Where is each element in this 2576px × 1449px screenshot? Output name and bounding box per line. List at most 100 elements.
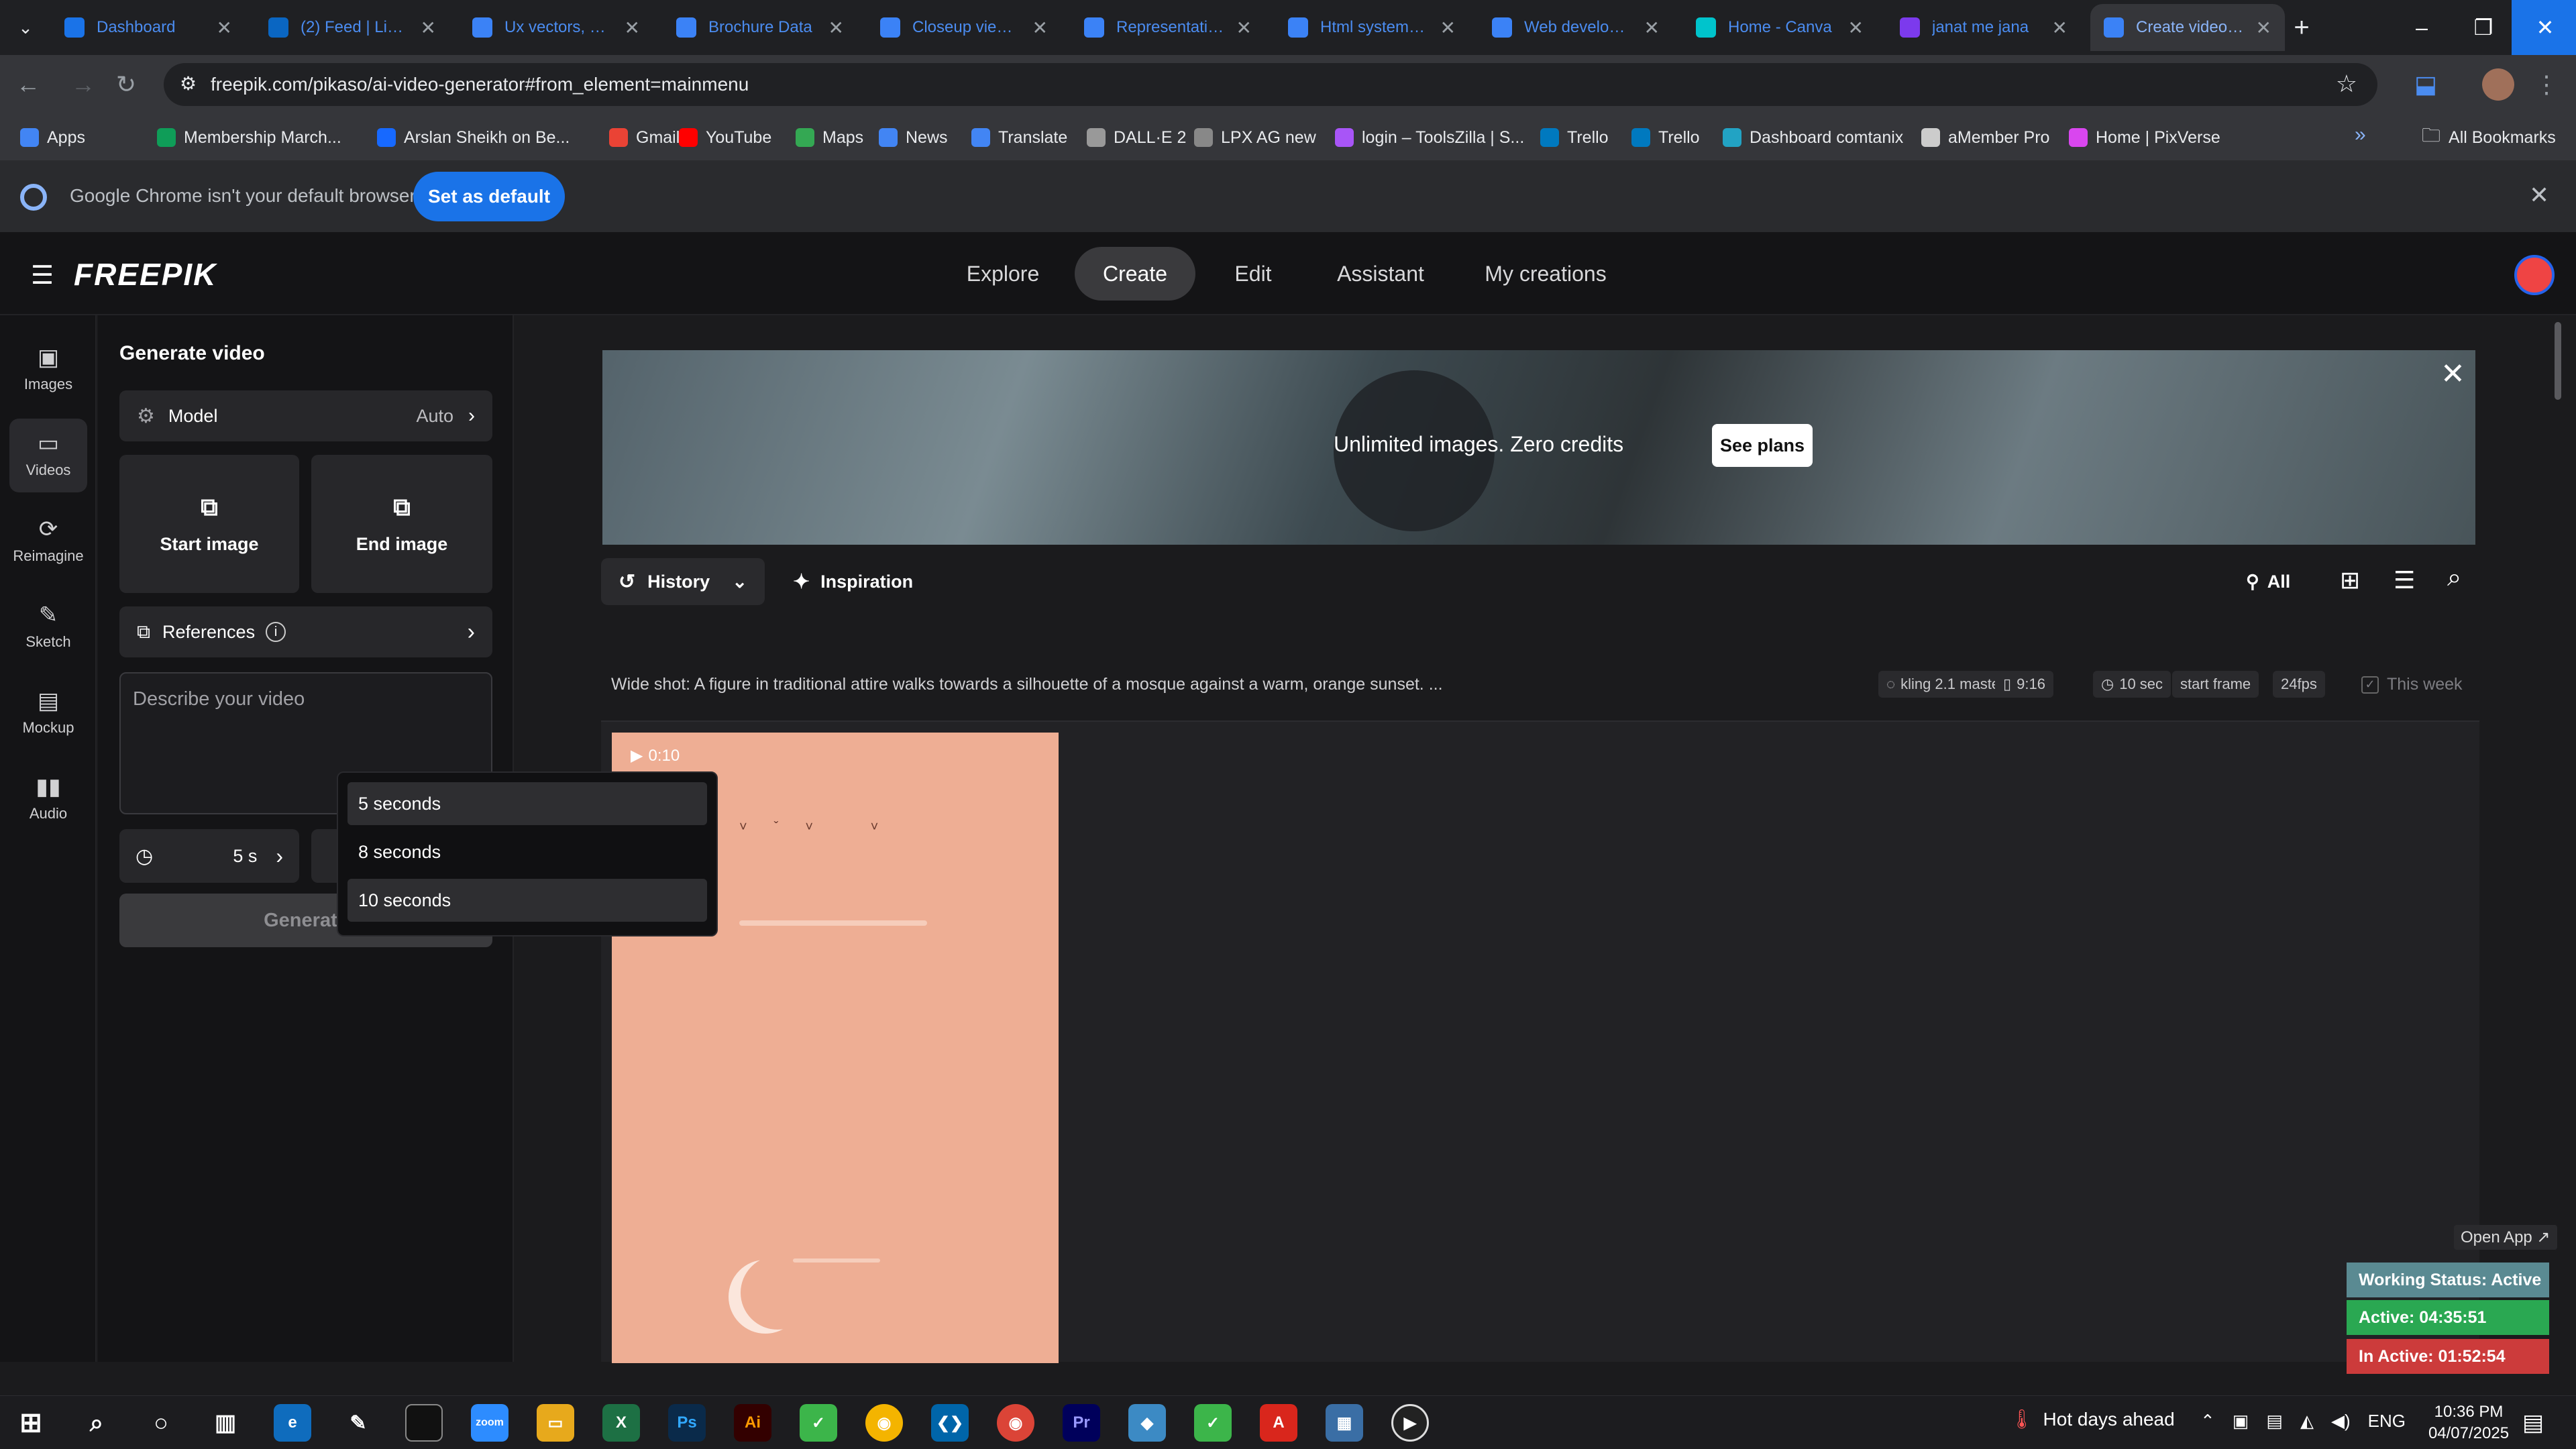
browser-tab[interactable]: janat me jana ✕ <box>1886 4 2081 51</box>
scrollbar-thumb[interactable] <box>2555 322 2561 400</box>
browser-tab[interactable]: Representation ✕ <box>1071 4 1265 51</box>
forward-icon[interactable]: → <box>66 67 101 102</box>
volume-icon[interactable]: ◀) <box>2331 1411 2351 1432</box>
restore-button[interactable]: ❐ <box>2450 0 2517 55</box>
see-plans-button[interactable]: See plans <box>1712 424 1813 467</box>
url-input[interactable]: ⚙ freepik.com/pikaso/ai-video-generator#… <box>164 63 2377 106</box>
minimize-button[interactable]: – <box>2388 0 2455 55</box>
close-window-button[interactable]: ✕ <box>2512 0 2576 55</box>
browser-tab[interactable]: Brochure Data ✕ <box>663 4 857 51</box>
calculator-icon[interactable]: ▦ <box>1326 1404 1363 1442</box>
rail-sketch[interactable]: ✎ Sketch <box>9 590 87 664</box>
checkbox-icon[interactable]: ✓ <box>2361 676 2379 694</box>
bookmark-item[interactable]: LPX AG new <box>1194 123 1316 152</box>
nav-explore[interactable]: Explore <box>953 247 1053 301</box>
bookmark-item[interactable]: Home | PixVerse <box>2069 123 2220 152</box>
rail-videos[interactable]: ▭ Videos <box>9 419 87 492</box>
browser-tab[interactable]: Dashboard ✕ <box>51 4 246 51</box>
wifi-icon[interactable]: ◭ <box>2300 1411 2314 1432</box>
browser-tab[interactable]: Closeup view of ✕ <box>867 4 1061 51</box>
history-dropdown[interactable]: ↺ History ⌄ <box>601 558 765 605</box>
close-infobar-icon[interactable]: ✕ <box>2529 181 2549 209</box>
filter-all-button[interactable]: ⚲ All <box>2246 558 2290 605</box>
rail-reimagine[interactable]: ⟳ Reimagine <box>9 504 87 578</box>
site-info-icon[interactable]: ⚙ <box>180 72 197 95</box>
acrobat-icon[interactable]: A <box>1260 1404 1297 1442</box>
media-player-icon[interactable]: ▶ <box>1391 1404 1429 1442</box>
bookmark-item[interactable]: Membership March... <box>157 123 341 152</box>
bookmark-item[interactable]: login – ToolsZilla | S... <box>1335 123 1524 152</box>
browser-tab[interactable]: Home - Canva ✕ <box>1682 4 1877 51</box>
bookmark-star-icon[interactable]: ☆ <box>2336 70 2357 98</box>
pen-tool-icon[interactable]: ✎ <box>339 1404 377 1442</box>
app-icon[interactable]: ◆ <box>1128 1404 1166 1442</box>
excel-icon[interactable]: X <box>602 1404 640 1442</box>
bookmark-item[interactable]: Trello <box>1540 123 1609 152</box>
bookmark-item[interactable]: Maps <box>796 123 863 152</box>
close-tab-icon[interactable]: ✕ <box>2052 17 2068 39</box>
close-tab-icon[interactable]: ✕ <box>1440 17 1456 39</box>
close-tab-icon[interactable]: ✕ <box>1644 17 1660 39</box>
nav-my-creations[interactable]: My creations <box>1460 247 1631 301</box>
generation-prompt[interactable]: Wide shot: A figure in traditional attir… <box>611 675 1443 694</box>
zoom-icon[interactable]: zoom <box>471 1404 508 1442</box>
end-image-button[interactable]: ⧉ End image <box>311 455 492 593</box>
close-tab-icon[interactable]: ✕ <box>421 17 436 39</box>
premiere-icon[interactable]: Pr <box>1063 1404 1100 1442</box>
settings-sliders-icon[interactable]: ☰ <box>2394 566 2415 594</box>
browser-tab[interactable]: Web development ✕ <box>1479 4 1673 51</box>
task-view-icon[interactable]: ▥ <box>207 1404 244 1442</box>
new-tab-button[interactable]: + <box>2284 9 2320 46</box>
freepik-logo[interactable]: FREEPIK <box>74 256 217 292</box>
browser-tab[interactable]: Html system for ✕ <box>1275 4 1469 51</box>
cortana-icon[interactable]: ○ <box>142 1404 180 1442</box>
green-app-icon[interactable]: ✓ <box>1194 1404 1232 1442</box>
clock[interactable]: 10:36 PM 04/07/2025 <box>2422 1401 2516 1444</box>
language-indicator[interactable]: ENG <box>2368 1411 2406 1432</box>
rail-images[interactable]: ▣ Images <box>9 333 87 407</box>
more-bookmarks-icon[interactable]: » <box>2355 123 2366 146</box>
nav-edit[interactable]: Edit <box>1213 247 1293 301</box>
duration-option-5[interactable]: 5 seconds <box>347 782 707 825</box>
close-tab-icon[interactable]: ✕ <box>625 17 640 39</box>
close-banner-icon[interactable]: ✕ <box>2440 357 2465 391</box>
close-tab-icon[interactable]: ✕ <box>1848 17 1864 39</box>
references-row[interactable]: ⧉ References i › <box>119 606 492 657</box>
network-icon[interactable]: ▤ <box>2266 1411 2283 1432</box>
browser-tab[interactable]: (2) Feed | LinkedIn ✕ <box>255 4 449 51</box>
close-tab-icon[interactable]: ✕ <box>1032 17 1048 39</box>
model-selector[interactable]: ⚙ Model Auto › <box>119 390 492 441</box>
start-image-button[interactable]: ⧉ Start image <box>119 455 299 593</box>
search-icon[interactable]: ⌕ <box>78 1404 115 1442</box>
bookmark-item[interactable]: aMember Pro <box>1921 123 2049 152</box>
bookmark-item[interactable]: Arslan Sheikh on Be... <box>377 123 570 152</box>
tray-chevron-icon[interactable]: ⌃ <box>2200 1411 2215 1432</box>
notifications-icon[interactable]: ▤ <box>2522 1409 2544 1436</box>
bookmark-item[interactable]: Translate <box>971 123 1067 152</box>
bookmark-item[interactable]: News <box>879 123 948 152</box>
bookmark-item[interactable]: DALL·E 2 <box>1087 123 1186 152</box>
browser-tab[interactable]: Create videos | ✕ <box>2090 4 2285 51</box>
profile-avatar[interactable] <box>2482 68 2514 101</box>
hamburger-menu-icon[interactable]: ☰ <box>31 260 54 290</box>
bookmark-item[interactable]: Dashboard comtanix <box>1723 123 1903 152</box>
bookmark-item[interactable]: Gmail <box>609 123 680 152</box>
meet-icon[interactable]: ▣ <box>2233 1411 2249 1432</box>
extensions-icon[interactable]: ⬓ <box>2408 67 2443 102</box>
weather-widget[interactable]: 🌡 Hot days ahead <box>2010 1408 2175 1430</box>
vscode-icon[interactable]: ❮❯ <box>931 1404 969 1442</box>
tab-search-icon[interactable]: ⌄ <box>9 13 42 42</box>
grid-view-icon[interactable]: ⊞ <box>2340 566 2360 594</box>
illustrator-icon[interactable]: Ai <box>734 1404 771 1442</box>
info-icon[interactable]: i <box>266 622 286 642</box>
edge-icon[interactable]: e <box>274 1404 311 1442</box>
all-bookmarks[interactable]: 🗀 All Bookmarks <box>2422 123 2556 152</box>
inspiration-button[interactable]: ✦ Inspiration <box>793 558 913 605</box>
browser-tab[interactable]: Ux vectors, photos ✕ <box>459 4 653 51</box>
bookmark-item[interactable]: Apps <box>20 123 85 152</box>
duration-option-8[interactable]: 8 seconds <box>347 830 707 873</box>
green-app-icon[interactable]: ✓ <box>800 1404 837 1442</box>
file-explorer-icon[interactable]: ▭ <box>537 1404 574 1442</box>
open-app-link[interactable]: Open App ↗ <box>2454 1225 2557 1250</box>
nav-create[interactable]: Create <box>1075 247 1195 301</box>
